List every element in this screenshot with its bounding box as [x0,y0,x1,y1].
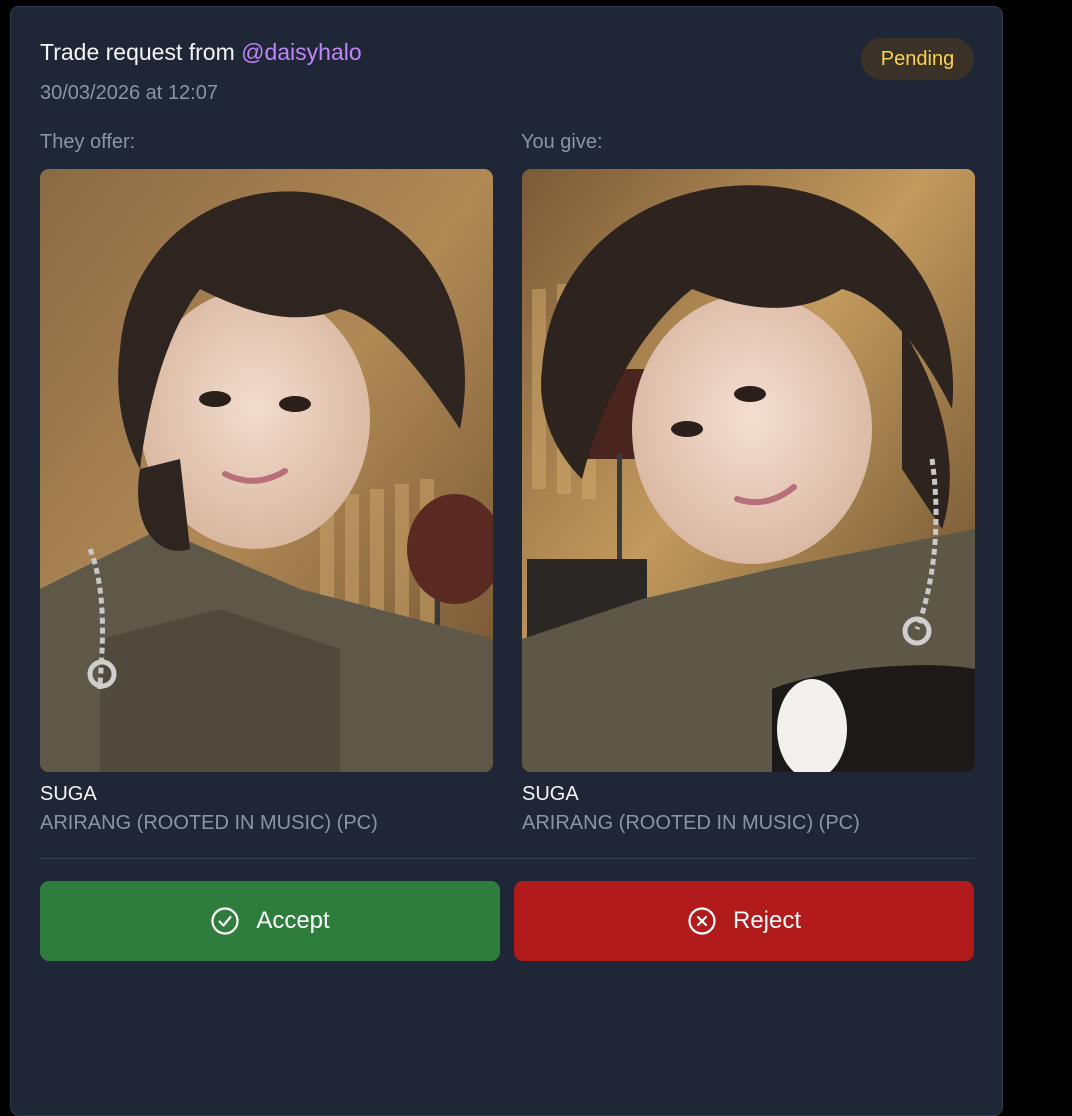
trade-request-title: Trade request from @daisyhalo [40,39,362,66]
give-label: You give: [521,131,603,153]
give-album-name: ARIRANG (ROOTED IN MUSIC) (PC) [522,812,860,834]
reject-button[interactable]: Reject [514,881,974,961]
check-circle-icon [211,907,239,935]
offer-member-name: SUGA [40,783,97,805]
offer-label: They offer: [40,131,136,153]
trade-request-card: Trade request from @daisyhalo 30/03/2026… [10,6,1003,1116]
request-timestamp: 30/03/2026 at 12:07 [40,82,218,104]
reject-label: Reject [732,907,802,934]
give-photocard-image[interactable] [522,169,975,772]
divider [40,858,974,859]
status-badge: Pending [861,38,974,80]
accept-button[interactable]: Accept [40,881,500,961]
title-prefix: Trade request from [40,39,242,65]
x-circle-icon [688,907,716,935]
offer-photocard-image[interactable] [40,169,493,772]
give-member-name: SUGA [522,783,579,805]
requester-username-link[interactable]: @daisyhalo [241,39,362,65]
offer-album-name: ARIRANG (ROOTED IN MUSIC) (PC) [40,812,378,834]
accept-label: Accept [256,907,330,934]
